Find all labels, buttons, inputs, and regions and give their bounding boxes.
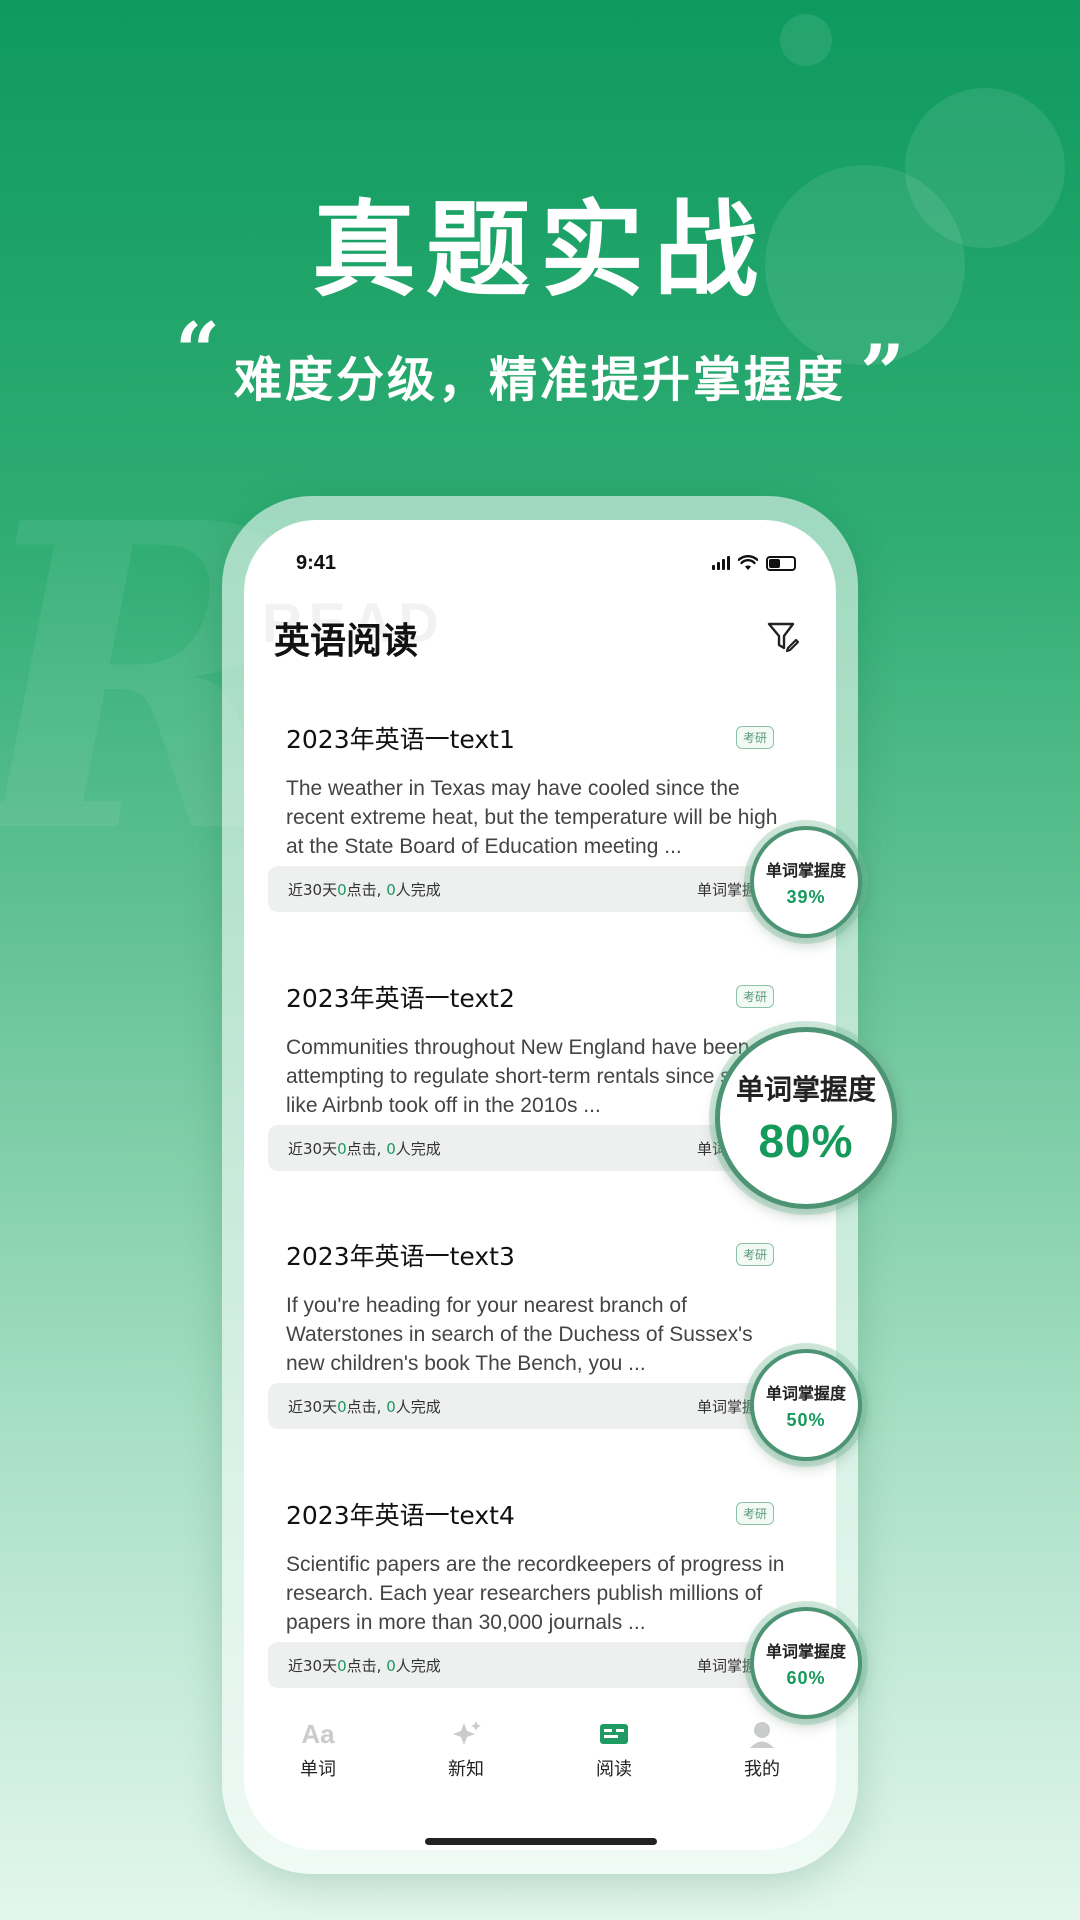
banner-subtitle: 难度分级，精准提升掌握度 [233, 352, 846, 408]
article-excerpt: Scientific papers are the recordkeepers … [286, 1553, 785, 1634]
bottom-tab-bar: Aa 单词 新知 阅读 我的 [244, 1710, 836, 1790]
exam-badge: 考研 [735, 726, 774, 749]
banner-subtitle-row: “ 难度分级，精准提升掌握度 ” [0, 306, 1080, 419]
status-time: 9:41 [296, 551, 337, 574]
article-excerpt: The weather in Texas may have cooled sin… [286, 777, 778, 858]
mastery-percent: 50% [786, 1409, 826, 1430]
article-stats: 近30天0点击, 0人完成 [288, 880, 441, 899]
exam-badge: 考研 [735, 1243, 774, 1266]
wifi-icon [738, 555, 758, 570]
article-card[interactable]: 2023年英语一text4 考研 Scientific papers are t… [264, 1464, 810, 1688]
quote-close-mark: ” [860, 328, 905, 419]
tab-discover[interactable]: 新知 [416, 1719, 516, 1781]
article-stats-bar: 近30天0点击, 0人完成 单词掌握度 [268, 866, 788, 912]
article-title: 2023年英语一text4 [286, 1501, 515, 1530]
article-stats-bar: 近30天0点击, 0人完成 单词掌握度 [268, 1383, 788, 1429]
cellular-signal-icon [712, 556, 730, 570]
mastery-bubble: 单词掌握度 80% [715, 1027, 897, 1209]
mastery-bubble: 单词掌握度 60% [750, 1607, 862, 1719]
mastery-bubble: 单词掌握度 39% [750, 826, 862, 938]
article-stats: 近30天0点击, 0人完成 [288, 1397, 441, 1416]
mastery-percent: 39% [786, 886, 826, 907]
tab-label: 单词 [300, 1759, 336, 1780]
banner-headline: 真题实战 [311, 189, 768, 311]
mastery-bubble: 单词掌握度 50% [750, 1349, 862, 1461]
exam-badge: 考研 [735, 985, 774, 1008]
tab-label: 我的 [744, 1759, 780, 1780]
tab-words[interactable]: Aa 单词 [268, 1719, 368, 1781]
mastery-percent: 60% [786, 1667, 826, 1688]
tab-label: 阅读 [596, 1759, 632, 1780]
home-indicator [425, 1838, 657, 1845]
status-bar: 9:41 [296, 548, 796, 578]
article-stats: 近30天0点击, 0人完成 [288, 1139, 441, 1158]
article-title: 2023年英语一text3 [286, 1242, 515, 1271]
article-excerpt: If you're heading for your nearest branc… [286, 1294, 753, 1375]
page-title: 英语阅读 [274, 621, 419, 662]
article-stats: 近30天0点击, 0人完成 [288, 1656, 441, 1675]
tab-reading[interactable]: 阅读 [564, 1719, 664, 1781]
article-stats-bar: 近30天0点击, 0人完成 单词掌握度 [268, 1125, 788, 1171]
status-icons [712, 555, 796, 571]
aa-icon: Aa [301, 1718, 335, 1749]
quote-open-mark: “ [175, 306, 220, 397]
article-card[interactable]: 2023年英语一text3 考研 If you're heading for y… [264, 1205, 810, 1429]
article-card[interactable]: 2023年英语一text1 考研 The weather in Texas ma… [264, 688, 810, 912]
tab-label: 新知 [448, 1759, 484, 1780]
sparkle-icon [453, 1721, 481, 1745]
exam-badge: 考研 [735, 1502, 774, 1525]
mastery-percent: 80% [758, 1115, 854, 1167]
filter-icon[interactable] [764, 618, 800, 654]
article-title: 2023年英语一text1 [286, 725, 515, 754]
reading-icon [600, 1724, 628, 1744]
background-circle-small [780, 14, 832, 66]
article-excerpt: Communities throughout New England have … [286, 1036, 764, 1117]
battery-icon [766, 555, 796, 571]
article-stats-bar: 近30天0点击, 0人完成 单词掌握度 [268, 1642, 788, 1688]
tab-profile[interactable]: 我的 [712, 1719, 812, 1781]
profile-icon [750, 1722, 774, 1748]
article-title: 2023年英语一text2 [286, 984, 515, 1013]
